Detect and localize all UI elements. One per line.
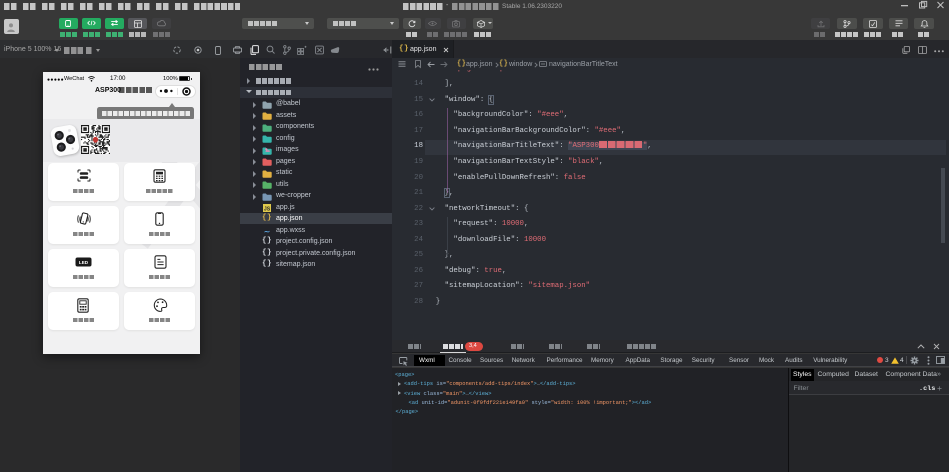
svg-text:LED: LED xyxy=(79,260,89,265)
svg-text:∼: ∼ xyxy=(264,227,270,236)
svg-text:JS: JS xyxy=(264,207,271,213)
